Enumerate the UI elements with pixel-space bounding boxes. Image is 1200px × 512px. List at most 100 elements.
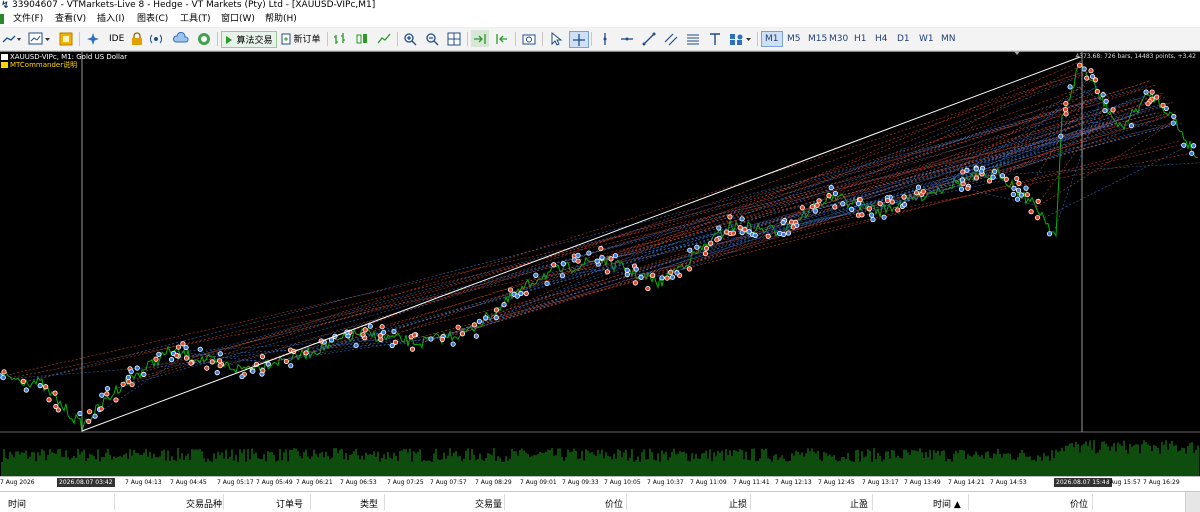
chart-shift-icon[interactable] [493,30,511,47]
column-volume[interactable]: 交易量 [475,497,502,510]
bar-chart-icon[interactable] [331,30,349,47]
trade-marker [439,336,445,342]
text-tool-icon[interactable] [706,30,724,47]
trade-marker [809,204,816,210]
fibonacci-icon[interactable] [684,30,702,47]
trade-marker [752,232,758,238]
market-watch-icon[interactable] [58,30,74,47]
trade-marker [1034,215,1041,221]
line-type-icon[interactable] [375,30,393,47]
time-axis-label: 7 Aug 11:09 [690,479,727,486]
trade-connector [138,88,1142,374]
trade-marker [77,410,83,417]
trade-connector [376,84,1157,337]
screenshot-icon[interactable] [520,30,538,47]
menu-file[interactable]: 文件(F) [13,14,43,25]
timeframe-w1[interactable]: W1 [916,32,937,46]
scrollbar-handle[interactable] [1185,492,1200,512]
chart-canvas[interactable] [0,51,1200,476]
trade-marker [920,188,926,195]
cursor-icon[interactable] [547,30,565,47]
zoom-in-icon[interactable] [401,30,419,47]
column-take-profit[interactable]: 止盈 [850,497,868,510]
column-divider [1092,494,1093,510]
trade-marker [964,167,970,173]
time-axis-label: 7 Aug 14:53 [990,479,1027,486]
crosshair-icon[interactable] [569,31,589,48]
trade-marker [209,359,215,365]
vps-icon[interactable] [172,30,190,47]
trade-marker [702,250,709,257]
menu-help[interactable]: 帮助(H) [265,14,297,25]
column-time[interactable]: 时间 [8,497,26,510]
trade-marker [1063,111,1069,117]
symbol-icon [1,54,8,60]
trade-marker [659,275,665,281]
column-close-time[interactable]: 时间 ▲ [933,497,961,510]
timeframe-d1[interactable]: D1 [894,32,913,46]
trade-marker [868,212,875,218]
column-order[interactable]: 订单号 [276,497,303,510]
column-price[interactable]: 价位 [605,497,623,510]
trade-marker [816,198,822,204]
toolbar-separator [327,32,328,46]
timeframe-mn[interactable]: MN [938,32,959,46]
timeframe-m30[interactable]: M30 [826,32,851,46]
chart-info: XAUUSD-VIPc, M1: Gold US Dollar MTComman… [1,53,127,69]
menu-window[interactable]: 窗口(W) [221,14,255,25]
ide-button[interactable]: IDE [106,30,127,47]
column-stop-loss[interactable]: 止损 [729,497,747,510]
timeframe-h1[interactable]: H1 [851,32,870,46]
trade-marker [197,346,203,352]
terminal-icon [0,14,4,24]
channel-icon[interactable] [662,30,680,47]
trade-marker [1015,187,1022,193]
trade-marker [832,204,838,210]
signal-icon[interactable] [148,30,164,47]
column-symbol[interactable]: 交易品种 [186,497,222,510]
menu-insert[interactable]: 插入(I) [97,14,125,25]
trade-marker [493,315,499,321]
trade-marker [901,194,907,200]
horizontal-line-icon[interactable] [618,30,636,47]
new-order-button[interactable]: 新订单 [279,30,323,47]
timeframe-m5[interactable]: M5 [784,32,804,46]
trade-marker [1018,192,1025,198]
chart-type-icon[interactable] [27,30,53,47]
menu-view[interactable]: 查看(V) [55,14,86,25]
column-type[interactable]: 类型 [360,497,378,510]
timeframe-h4[interactable]: H4 [872,32,891,46]
trade-marker [168,357,175,363]
zoom-out-icon[interactable] [423,30,441,47]
column-close-price[interactable]: 价位 [1070,497,1088,510]
navigator-icon[interactable] [84,30,102,47]
vertical-line-icon[interactable] [596,30,614,47]
algo-trading-button[interactable]: 算法交易 [221,31,277,48]
menu-tools[interactable]: 工具(T) [180,14,211,25]
shapes-menu-icon[interactable] [728,30,754,47]
trade-connector [12,362,215,379]
candlestick-icon[interactable] [353,30,371,47]
trade-marker [575,258,581,264]
menu-charts[interactable]: 图表(C) [137,14,168,25]
auto-scroll-icon[interactable] [471,30,489,47]
lock-icon[interactable] [129,30,145,47]
market-icon[interactable] [195,30,213,47]
column-divider [750,494,751,510]
trade-marker [473,333,479,339]
trade-connector [672,110,1146,273]
line-chart-icon[interactable] [1,30,23,47]
tile-windows-icon[interactable] [445,30,463,47]
trade-marker [113,397,119,403]
trade-marker [55,407,61,413]
trade-marker [493,307,500,313]
timeframe-m1[interactable]: M1 [761,31,783,47]
trade-marker [1128,123,1135,129]
trendline-icon[interactable] [640,30,658,47]
ide-label: IDE [109,33,125,44]
new-order-label: 新订单 [293,35,321,45]
symbol-line: XAUUSD-VIPc, M1: [10,53,75,61]
trade-marker [849,206,855,212]
price-chart[interactable]: XAUUSD-VIPc, M1: Gold US Dollar MTComman… [0,51,1200,476]
trade-connector [173,338,394,353]
